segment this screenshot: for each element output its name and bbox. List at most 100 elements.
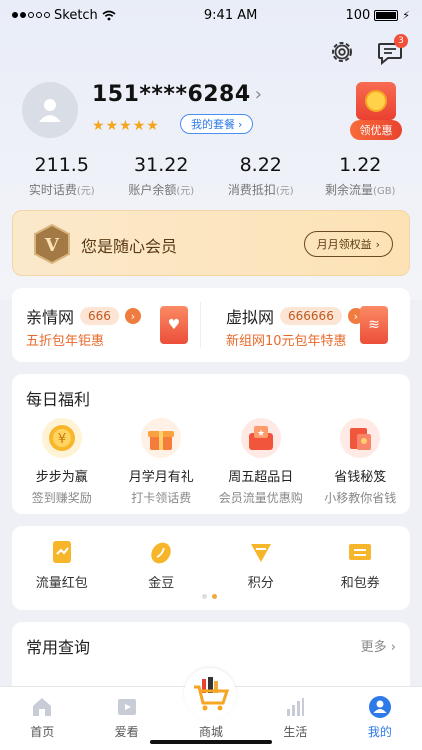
quick-item-name: 流量红包: [35, 576, 88, 591]
chevron-right-icon: ›: [375, 237, 380, 251]
daily-item-step[interactable]: ¥ 步步为赢 签到赚奖励: [12, 418, 112, 506]
signal-dot: [36, 12, 42, 18]
quick-item-voucher[interactable]: 和包券: [311, 538, 411, 591]
quick-item-points[interactable]: 积分: [211, 538, 311, 591]
stat-label-text: 账户余额: [128, 183, 177, 197]
bars-icon: [283, 695, 307, 719]
phone-number-link[interactable]: 151****6284 ›: [92, 82, 262, 107]
daily-benefits-list: ¥ 步步为赢 签到赚奖励 月学月有礼 打卡领话费 ★ 周五超品日 会员流量优惠购…: [12, 418, 410, 506]
stat-deduction[interactable]: 8.22 消费抵扣(元): [211, 154, 311, 198]
stat-value: 31.22: [134, 154, 189, 176]
member-banner[interactable]: V 您是随心会员 月月领权益 ›: [12, 210, 410, 276]
gear-icon: [332, 42, 352, 62]
header-actions: 3: [326, 34, 408, 68]
data-gift-icon: [48, 538, 76, 566]
arrow-right-icon: ›: [124, 308, 141, 324]
daily-item-monthly[interactable]: 月学月有礼 打卡领话费: [112, 418, 212, 506]
my-package-button[interactable]: 我的套餐 ›: [180, 114, 254, 134]
quick-entries-card: 流量红包 金豆 积分 和包券: [12, 526, 410, 610]
virtual-network-count: 666666: [280, 307, 342, 325]
daily-item-friday[interactable]: ★ 周五超品日 会员流量优惠购: [211, 418, 311, 506]
quick-item-name: 和包券: [340, 576, 380, 591]
stat-balance[interactable]: 31.22 账户余额(元): [112, 154, 212, 198]
daily-item-name: 月学月有礼: [128, 470, 194, 485]
shopping-cart-icon: [194, 677, 230, 711]
quick-item-name: 积分: [247, 576, 274, 591]
avatar[interactable]: [22, 82, 78, 138]
home-icon: [30, 695, 54, 719]
coupon-button[interactable]: 领优惠: [350, 82, 402, 140]
daily-item-sub: 打卡领话费: [131, 491, 192, 505]
page-dot: [202, 594, 207, 599]
chevron-right-icon: ›: [238, 117, 243, 131]
tab-label: 商城: [199, 725, 224, 739]
status-bar: Sketch 9:41 AM 100 ⚡: [0, 0, 422, 30]
envelope-icon: [350, 428, 372, 450]
star-icon: ★: [92, 118, 105, 134]
daily-item-sub: 会员流量优惠购: [218, 491, 303, 505]
stat-value: 1.22: [339, 154, 382, 176]
stat-label-text: 消费抵扣: [227, 183, 276, 197]
virtual-network-title: 虚拟网 666666 ›: [226, 304, 364, 328]
tab-label: 生活: [283, 725, 308, 739]
stat-realtime-fee[interactable]: 211.5 实时话费(元): [12, 154, 112, 198]
stat-value: 8.22: [239, 154, 282, 176]
mall-cart-button[interactable]: [184, 668, 236, 720]
stat-unit: (GB): [373, 186, 396, 197]
page-dot-active: [212, 594, 217, 599]
stat-value: 211.5: [34, 154, 89, 176]
family-network-count: 666: [80, 307, 119, 325]
svg-text:★: ★: [257, 429, 265, 439]
charging-icon: ⚡: [402, 8, 410, 22]
stat-label: 实时话费(元): [12, 181, 112, 198]
member-benefits-button[interactable]: 月月领权益 ›: [303, 231, 393, 257]
tab-label: 我的: [367, 725, 392, 739]
stat-label-text: 剩余流量: [325, 183, 374, 197]
virtual-network[interactable]: 虚拟网 666666 › 新组网10元包年特惠 ≋: [212, 288, 398, 362]
tab-home[interactable]: 首页: [0, 687, 84, 750]
section-title: 每日福利: [26, 390, 91, 409]
tab-label: 首页: [30, 725, 55, 739]
daily-item-saving[interactable]: 省钱秘笈 小移教你省钱: [311, 418, 411, 506]
messages-button[interactable]: 3: [374, 34, 408, 68]
more-link[interactable]: 更多 ›: [361, 636, 396, 655]
vip-badge-icon: V: [34, 224, 70, 264]
family-network[interactable]: 亲情网 666 › 五折包年钜惠 ♥: [12, 288, 198, 362]
profile-section: 151****6284 › ★ ★ ★ ★ ★ 我的套餐 › 领优惠: [22, 80, 402, 144]
coupon-icon: [356, 82, 396, 120]
page-indicator: [202, 594, 217, 599]
family-network-subtitle: 五折包年钜惠: [26, 334, 105, 349]
signal-dot: [44, 12, 50, 18]
chevron-right-icon: ›: [254, 84, 263, 105]
bean-icon: [147, 538, 175, 566]
profile-icon: [368, 695, 392, 719]
coin-icon: [365, 90, 387, 112]
star-box-icon: ★: [240, 418, 281, 458]
rating-stars: ★ ★ ★ ★ ★: [92, 118, 159, 134]
network-card: 亲情网 666 › 五折包年钜惠 ♥ 虚拟网 666666 › 新组网10元包年…: [12, 288, 410, 362]
stat-unit: (元): [176, 186, 195, 197]
quick-item-data-gift[interactable]: 流量红包: [12, 538, 112, 591]
stat-unit: (元): [275, 186, 294, 197]
quick-item-gold-bean[interactable]: 金豆: [112, 538, 212, 591]
daily-item-name: 周五超品日: [228, 470, 294, 485]
status-time: 9:41 AM: [203, 7, 258, 23]
stat-remaining-data[interactable]: 1.22 剩余流量(GB): [311, 154, 411, 198]
tab-mine[interactable]: 我的: [338, 687, 422, 750]
message-count-badge: 3: [394, 34, 408, 48]
family-network-title: 亲情网 666 ›: [26, 304, 141, 328]
stat-label: 账户余额(元): [112, 181, 212, 198]
signal-dot: [12, 12, 18, 18]
star-crate-icon: ★: [248, 426, 273, 450]
member-title: 您是随心会员: [81, 237, 178, 256]
settings-button[interactable]: [326, 36, 358, 68]
diamond-icon: [247, 538, 275, 566]
gift-box-icon: [148, 431, 175, 450]
daily-item-name: 省钱秘笈: [334, 470, 387, 485]
svg-text:V: V: [44, 235, 60, 256]
quick-item-name: 金豆: [148, 576, 175, 591]
carrier-name: Sketch: [54, 7, 98, 23]
battery-icon: [374, 9, 399, 21]
home-indicator: [150, 740, 272, 744]
virtual-network-subtitle: 新组网10元包年特惠: [226, 334, 347, 349]
